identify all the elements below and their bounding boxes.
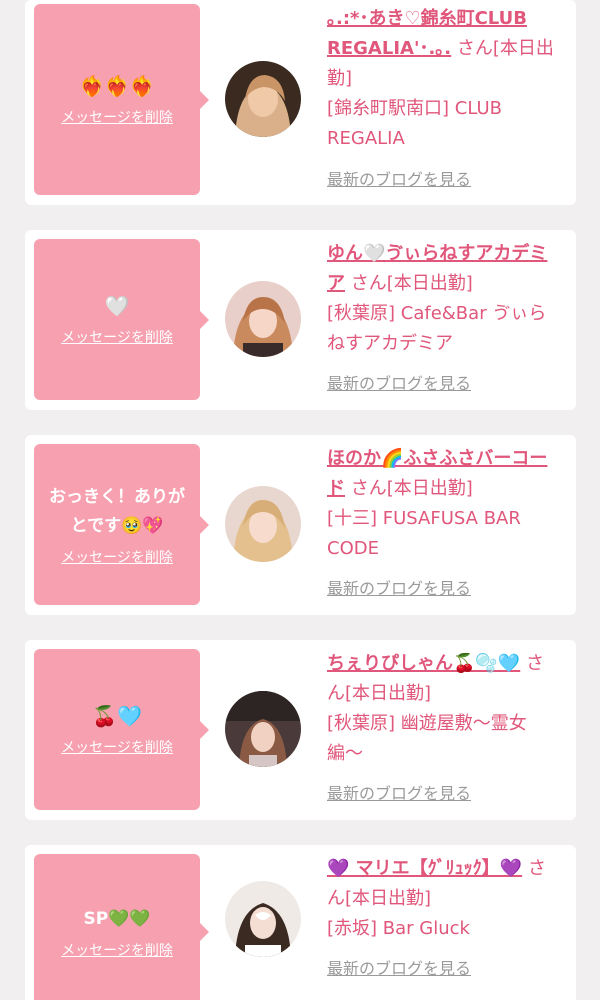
message-bubble: 🍒🩵 メッセージを削除 — [34, 649, 209, 810]
delete-message-link[interactable]: メッセージを削除 — [61, 327, 173, 347]
cast-info: ほのか🌈ふさふさバーコード さん[本日出勤] [十三] FUSAFUSA BAR… — [327, 444, 559, 604]
message-bubble: SP💚💚 メッセージを削除 — [34, 854, 209, 1000]
delete-message-link[interactable]: メッセージを削除 — [61, 737, 173, 757]
latest-blog-link[interactable]: 最新のブログを見る — [327, 574, 559, 604]
shop-name: [赤坂] Bar Gluck — [327, 918, 470, 939]
message-card: おっきく！ありがとです🥹💖 メッセージを削除 ほのか🌈ふさふさバーコード さん[… — [25, 435, 576, 615]
message-text: 🍒🩵 — [92, 704, 142, 728]
attendance-status: さん[本日出勤] — [350, 273, 473, 294]
message-bubble: ❤️‍🔥❤️‍🔥❤️‍🔥 メッセージを削除 — [34, 4, 209, 195]
cast-info: 💜 マリエ【ｸﾞﾘｭｯｸ】💜 さん[本日出勤] [赤坂] Bar Gluck 最… — [327, 854, 559, 984]
delete-message-link[interactable]: メッセージを削除 — [61, 107, 173, 127]
latest-blog-link[interactable]: 最新のブログを見る — [327, 954, 559, 984]
avatar[interactable] — [225, 61, 301, 137]
message-text: おっきく！ありがとです🥹💖 — [49, 486, 185, 536]
message-card: ❤️‍🔥❤️‍🔥❤️‍🔥 メッセージを削除 ｡.:*･あき♡錦糸町CLUB RE… — [25, 0, 576, 205]
avatar[interactable] — [225, 281, 301, 357]
delete-message-link[interactable]: メッセージを削除 — [61, 940, 173, 960]
cast-info: ちぇりぴしゃん🍒🫧🩵 さん[本日出勤] [秋葉原] 幽遊屋敷〜霊女編〜 最新のブ… — [327, 649, 559, 809]
shop-name: [秋葉原] 幽遊屋敷〜霊女編〜 — [327, 713, 527, 764]
message-bubble: おっきく！ありがとです🥹💖 メッセージを削除 — [34, 444, 209, 605]
avatar[interactable] — [225, 691, 301, 767]
message-feed: ❤️‍🔥❤️‍🔥❤️‍🔥 メッセージを削除 ｡.:*･あき♡錦糸町CLUB RE… — [0, 0, 600, 1000]
cast-name-link[interactable]: ちぇりぴしゃん🍒🫧🩵 — [327, 653, 520, 674]
cast-name-link[interactable]: 💜 マリエ【ｸﾞﾘｭｯｸ】💜 — [327, 858, 522, 879]
avatar[interactable] — [225, 486, 301, 562]
cast-info: ｡.:*･あき♡錦糸町CLUB REGALIA'･.｡. さん[本日出勤] [錦… — [327, 4, 559, 195]
latest-blog-link[interactable]: 最新のブログを見る — [327, 779, 559, 809]
attendance-status: さん[本日出勤] — [350, 478, 473, 499]
message-text: 🤍 — [104, 294, 130, 318]
message-card: 🤍 メッセージを削除 ゆん🤍ゔぃらねすアカデミア さん[本日出勤] [秋葉原] … — [25, 230, 576, 410]
latest-blog-link[interactable]: 最新のブログを見る — [327, 165, 559, 195]
shop-name: [十三] FUSAFUSA BAR CODE — [327, 508, 521, 559]
cast-info: ゆん🤍ゔぃらねすアカデミア さん[本日出勤] [秋葉原] Cafe&Bar ゔぃ… — [327, 239, 559, 399]
avatar[interactable] — [225, 881, 301, 957]
shop-name: [錦糸町駅南口] CLUB REGALIA — [327, 98, 502, 149]
message-text: ❤️‍🔥❤️‍🔥❤️‍🔥 — [79, 74, 155, 98]
shop-name: [秋葉原] Cafe&Bar ゔぃらねすアカデミア — [327, 303, 547, 354]
delete-message-link[interactable]: メッセージを削除 — [61, 547, 173, 567]
message-card: 🍒🩵 メッセージを削除 ちぇりぴしゃん🍒🫧🩵 さん[本日出勤] [秋葉原] 幽遊… — [25, 640, 576, 820]
message-card: SP💚💚 メッセージを削除 💜 マリエ【ｸﾞﾘｭｯｸ】💜 さん[本日出勤] [赤… — [25, 845, 576, 1000]
latest-blog-link[interactable]: 最新のブログを見る — [327, 369, 559, 399]
message-bubble: 🤍 メッセージを削除 — [34, 239, 209, 400]
message-text: SP💚💚 — [83, 908, 151, 929]
